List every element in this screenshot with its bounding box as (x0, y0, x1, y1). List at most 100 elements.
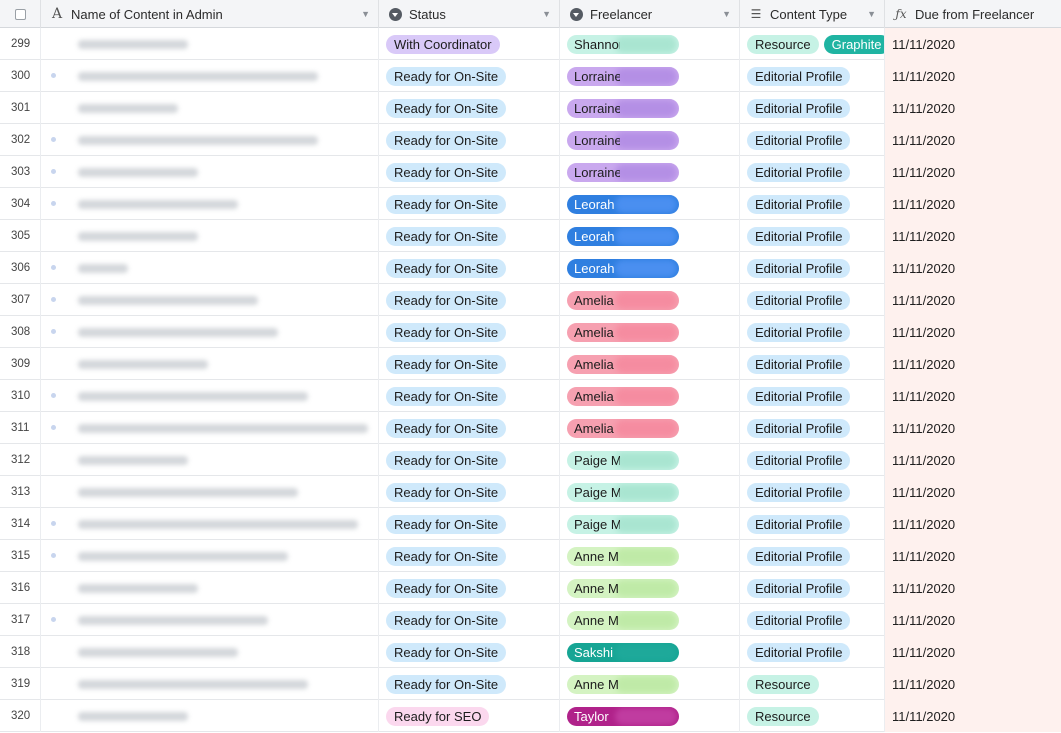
status-cell[interactable]: Ready for On-Site (379, 124, 560, 156)
freelancer-cell[interactable]: Lorraine (560, 124, 740, 156)
content-name-cell[interactable] (41, 572, 379, 604)
table-row[interactable]: 301 Ready for On-Site Lorraine Editorial Pr… (0, 92, 1061, 124)
content-type-cell[interactable]: Editorial Profile (740, 604, 885, 636)
freelancer-cell[interactable]: Lorraine (560, 156, 740, 188)
status-cell[interactable]: Ready for On-Site (379, 572, 560, 604)
status-cell[interactable]: Ready for On-Site (379, 60, 560, 92)
content-type-cell[interactable]: Resource Graphite (740, 28, 885, 60)
content-name-cell[interactable] (41, 668, 379, 700)
status-cell[interactable]: Ready for On-Site (379, 252, 560, 284)
content-name-cell[interactable] (41, 412, 379, 444)
table-row[interactable]: 306 Ready for On-Site Leorah Editorial Prof… (0, 252, 1061, 284)
freelancer-cell[interactable]: Leorah (560, 252, 740, 284)
freelancer-cell[interactable]: Amelia (560, 412, 740, 444)
table-row[interactable]: 319 Ready for On-Site Anne M Resource 11/11/… (0, 668, 1061, 700)
table-row[interactable]: 302 Ready for On-Site Lorraine Editorial Pr… (0, 124, 1061, 156)
freelancer-cell[interactable]: Shannon (560, 28, 740, 60)
table-row[interactable]: 316 Ready for On-Site Anne M Editorial Prof… (0, 572, 1061, 604)
table-row[interactable]: 308 Ready for On-Site Amelia Editorial Prof… (0, 316, 1061, 348)
content-type-cell[interactable]: Resource (740, 700, 885, 732)
table-row[interactable]: 307 Ready for On-Site Amelia Editorial Prof… (0, 284, 1061, 316)
content-type-cell[interactable]: Editorial Profile (740, 124, 885, 156)
content-type-cell[interactable]: Editorial Profile (740, 316, 885, 348)
freelancer-cell[interactable]: Sakshi (560, 636, 740, 668)
content-type-cell[interactable]: Editorial Profile (740, 380, 885, 412)
table-row[interactable]: 309 Ready for On-Site Amelia Editorial Prof… (0, 348, 1061, 380)
freelancer-cell[interactable]: Amelia (560, 316, 740, 348)
freelancer-cell[interactable]: Paige M (560, 444, 740, 476)
table-row[interactable]: 318 Ready for On-Site Sakshi Editorial Prof… (0, 636, 1061, 668)
table-row[interactable]: 300 Ready for On-Site Lorraine Editorial Pr… (0, 60, 1061, 92)
table-row[interactable]: 314 Ready for On-Site Paige M Editorial Pro… (0, 508, 1061, 540)
freelancer-cell[interactable]: Amelia (560, 380, 740, 412)
content-type-cell[interactable]: Resource (740, 668, 885, 700)
content-name-cell[interactable] (41, 284, 379, 316)
table-row[interactable]: 305 Ready for On-Site Leorah Editorial Prof… (0, 220, 1061, 252)
status-cell[interactable]: Ready for On-Site (379, 540, 560, 572)
table-row[interactable]: 315 Ready for On-Site Anne M Editorial Prof… (0, 540, 1061, 572)
freelancer-cell[interactable]: Leorah (560, 220, 740, 252)
content-name-cell[interactable] (41, 316, 379, 348)
content-name-cell[interactable] (41, 380, 379, 412)
freelancer-cell[interactable]: Anne M (560, 572, 740, 604)
content-name-cell[interactable] (41, 124, 379, 156)
freelancer-cell[interactable]: Taylor (560, 700, 740, 732)
content-type-cell[interactable]: Editorial Profile (740, 476, 885, 508)
status-cell[interactable]: Ready for On-Site (379, 476, 560, 508)
column-header-due[interactable]: ƒx Due from Freelancer (885, 0, 1061, 28)
table-row[interactable]: 311 Ready for On-Site Amelia Editorial Prof… (0, 412, 1061, 444)
content-type-cell[interactable]: Editorial Profile (740, 156, 885, 188)
content-name-cell[interactable] (41, 156, 379, 188)
freelancer-cell[interactable]: Leorah (560, 188, 740, 220)
content-type-cell[interactable]: Editorial Profile (740, 60, 885, 92)
column-header-freelancer[interactable]: Freelancer ▼ (560, 0, 740, 28)
table-row[interactable]: 304 Ready for On-Site Leorah Editorial Prof… (0, 188, 1061, 220)
content-name-cell[interactable] (41, 220, 379, 252)
content-type-cell[interactable]: Editorial Profile (740, 284, 885, 316)
freelancer-cell[interactable]: Paige M (560, 476, 740, 508)
status-cell[interactable]: Ready for On-Site (379, 348, 560, 380)
table-row[interactable]: 320 Ready for SEO Taylor Resource 11/11/2020 (0, 700, 1061, 732)
content-type-cell[interactable]: Editorial Profile (740, 348, 885, 380)
content-type-cell[interactable]: Editorial Profile (740, 92, 885, 124)
select-all-cell[interactable] (0, 0, 41, 28)
status-cell[interactable]: Ready for SEO (379, 700, 560, 732)
table-row[interactable]: 313 Ready for On-Site Paige M Editorial Pro… (0, 476, 1061, 508)
content-name-cell[interactable] (41, 700, 379, 732)
content-type-cell[interactable]: Editorial Profile (740, 444, 885, 476)
content-name-cell[interactable] (41, 444, 379, 476)
chevron-down-icon[interactable]: ▼ (361, 9, 370, 19)
status-cell[interactable]: Ready for On-Site (379, 220, 560, 252)
content-name-cell[interactable] (41, 28, 379, 60)
column-header-name[interactable]: A Name of Content in Admin ▼ (41, 0, 379, 28)
table-row[interactable]: 299 With Coordinator Shannon ResourceGraphi… (0, 28, 1061, 60)
chevron-down-icon[interactable]: ▼ (722, 9, 731, 19)
status-cell[interactable]: Ready for On-Site (379, 444, 560, 476)
status-cell[interactable]: With Coordinator (379, 28, 560, 60)
freelancer-cell[interactable]: Anne M (560, 540, 740, 572)
status-cell[interactable]: Ready for On-Site (379, 188, 560, 220)
table-row[interactable]: 310 Ready for On-Site Amelia Editorial Prof… (0, 380, 1061, 412)
content-name-cell[interactable] (41, 540, 379, 572)
select-all-checkbox[interactable] (14, 8, 26, 20)
content-name-cell[interactable] (41, 188, 379, 220)
freelancer-cell[interactable]: Paige M (560, 508, 740, 540)
status-cell[interactable]: Ready for On-Site (379, 316, 560, 348)
column-header-content-type[interactable]: ☰ Content Type ▼ (740, 0, 885, 28)
content-name-cell[interactable] (41, 92, 379, 124)
content-name-cell[interactable] (41, 476, 379, 508)
status-cell[interactable]: Ready for On-Site (379, 380, 560, 412)
content-type-cell[interactable]: Editorial Profile (740, 412, 885, 444)
content-name-cell[interactable] (41, 60, 379, 92)
table-row[interactable]: 312 Ready for On-Site Paige M Editorial Pro… (0, 444, 1061, 476)
freelancer-cell[interactable]: Amelia (560, 348, 740, 380)
status-cell[interactable]: Ready for On-Site (379, 412, 560, 444)
content-name-cell[interactable] (41, 252, 379, 284)
status-cell[interactable]: Ready for On-Site (379, 92, 560, 124)
content-type-cell[interactable]: Editorial Profile (740, 572, 885, 604)
freelancer-cell[interactable]: Amelia (560, 284, 740, 316)
freelancer-cell[interactable]: Anne M (560, 604, 740, 636)
content-type-cell[interactable]: Editorial Profile (740, 220, 885, 252)
column-header-status[interactable]: Status ▼ (379, 0, 560, 28)
content-type-cell[interactable]: Editorial Profile (740, 636, 885, 668)
